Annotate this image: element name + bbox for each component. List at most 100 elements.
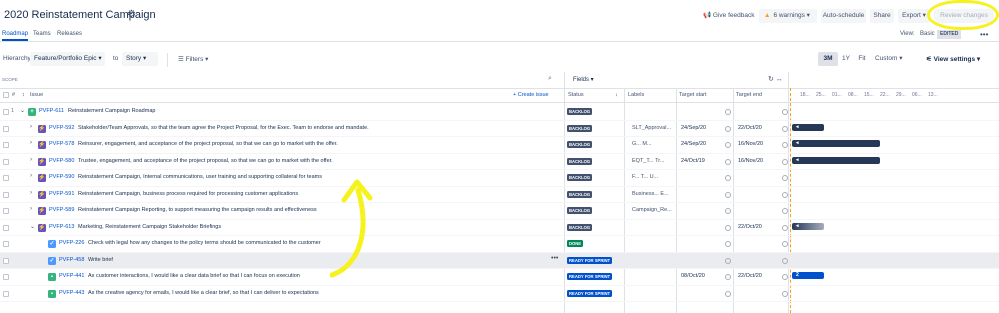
row-checkbox[interactable]	[3, 224, 9, 231]
issue-key-link[interactable]: PVFP-226	[59, 240, 84, 246]
issue-key-link[interactable]: PVFP-441	[59, 273, 84, 279]
status-badge[interactable]: BACKLOG	[567, 207, 593, 214]
issue-summary[interactable]: Reinsurer, engagement, and acceptance of…	[78, 141, 338, 147]
status-badge[interactable]: BACKLOG	[567, 124, 593, 132]
give-feedback-button[interactable]: 📢 Give feedback	[703, 10, 754, 22]
view-selector[interactable]: Basic	[920, 31, 935, 37]
table-row[interactable]: ▪ PVFP-441 As customer interactions, I wou…	[0, 269, 999, 286]
issue-key-link[interactable]: PVFP-611	[39, 108, 64, 114]
calendar-icon[interactable]	[725, 175, 731, 181]
status-badge[interactable]: BACKLOG	[567, 157, 593, 165]
table-row[interactable]: 1 ⌄ + PVFP-611 Reinstatement Campaign Roadma…	[0, 104, 999, 121]
target-start-header[interactable]: Target start	[679, 92, 707, 98]
issue-key-link[interactable]: PVFP-592	[49, 125, 74, 131]
issue-summary[interactable]: As the creative agency for emails, I wou…	[88, 290, 319, 296]
status-badge[interactable]: READY FOR SPRINT	[567, 273, 613, 280]
timeline-bar[interactable]: ◂	[792, 123, 824, 131]
row-checkbox[interactable]	[3, 290, 9, 297]
warnings-button[interactable]: ▲ 6 warnings ▾	[759, 9, 817, 23]
row-checkbox[interactable]	[3, 142, 9, 148]
target-end-cell[interactable]: 22/Oct/20	[738, 125, 762, 131]
calendar-icon[interactable]	[782, 175, 788, 181]
share-button[interactable]: Share	[870, 9, 894, 23]
timeline-bar[interactable]: ◂	[792, 156, 880, 164]
calendar-icon[interactable]	[725, 191, 731, 198]
labels-cell[interactable]: Campaign_Re...	[632, 207, 672, 213]
view-settings-button[interactable]: ⚟ View settings ▾	[926, 55, 980, 63]
issue-key-link[interactable]: PVFP-443	[59, 290, 84, 296]
labels-header[interactable]: Labels	[628, 92, 644, 98]
tab-roadmap[interactable]: Roadmap	[2, 31, 29, 41]
issue-header[interactable]: Issue	[30, 92, 43, 98]
timeline-bar[interactable]: ◂	[792, 140, 880, 147]
calendar-icon[interactable]	[782, 241, 788, 247]
target-start-cell[interactable]: 08/Oct/20	[681, 273, 705, 279]
chevron-right-icon[interactable]: ›	[30, 190, 32, 196]
status-badge[interactable]: BACKLOG	[567, 223, 593, 231]
zoom-fit[interactable]: Fit	[855, 52, 869, 66]
row-more-icon[interactable]: •••	[551, 255, 558, 262]
target-start-cell[interactable]: 24/Oct/19	[681, 158, 705, 164]
calendar-icon[interactable]	[725, 208, 731, 214]
target-end-cell[interactable]: 16/Nov/20	[738, 141, 763, 147]
calendar-icon[interactable]	[782, 208, 788, 214]
row-checkbox[interactable]	[3, 274, 9, 280]
issue-summary[interactable]: Check with legal how any changes to the …	[88, 240, 321, 246]
chevron-right-icon[interactable]: ›	[30, 157, 32, 163]
table-row[interactable]: ⌄ ⚡ PVFP-613 Marketing, Reinstatement Campa…	[0, 220, 999, 236]
row-checkbox[interactable]	[3, 158, 9, 165]
timeline-bar[interactable]: 2	[792, 272, 824, 279]
row-checkbox[interactable]	[3, 257, 9, 264]
labels-cell[interactable]: F... T... U...	[632, 174, 658, 180]
target-start-cell[interactable]: 24/Sep/20	[681, 141, 706, 147]
refresh-icon[interactable]: ↻ ↔	[768, 75, 783, 83]
issue-summary[interactable]: Trustee, engagement, and acceptance of t…	[78, 158, 333, 164]
sort-down-icon[interactable]: ↓	[615, 92, 618, 98]
table-row[interactable]: ✓ PVFP-226 Check with legal how any change…	[0, 236, 999, 253]
status-badge[interactable]: BACKLOG	[567, 108, 593, 115]
calendar-icon[interactable]	[725, 257, 731, 264]
chevron-right-icon[interactable]: ›	[30, 140, 32, 146]
calendar-icon[interactable]	[782, 125, 788, 132]
status-badge[interactable]: READY FOR SPRINT	[567, 289, 613, 297]
issue-summary[interactable]: Reinstatement Campaign, Internal communi…	[78, 174, 322, 180]
calendar-icon[interactable]	[725, 224, 731, 231]
table-row[interactable]: › ⚡ PVFP-580 Trustee, engagement, and accep…	[0, 154, 999, 170]
calendar-icon[interactable]	[725, 274, 731, 280]
issue-summary[interactable]: As customer interactions, I would like a…	[88, 273, 300, 279]
chevron-right-icon[interactable]: ›	[30, 206, 32, 212]
issue-summary[interactable]: Stakeholder/Team Approvals, so that the …	[78, 125, 369, 131]
hierarchy-from-select[interactable]: Feature/Portfolio Epic ▾	[30, 52, 105, 66]
row-checkbox[interactable]	[3, 175, 9, 181]
calendar-icon[interactable]	[725, 125, 731, 132]
issue-key-link[interactable]: PVFP-458	[59, 257, 84, 263]
calendar-icon[interactable]	[782, 224, 788, 231]
calendar-icon[interactable]	[782, 191, 788, 198]
issue-key-link[interactable]: PVFP-613	[49, 224, 74, 230]
issue-key-link[interactable]: PVFP-589	[49, 207, 74, 213]
create-issue-button[interactable]: + Create issue	[513, 92, 549, 98]
table-row[interactable]: › ⚡ PVFP-591 Reinstatement Campaign, busine…	[0, 187, 999, 203]
issue-key-link[interactable]: PVFP-590	[49, 174, 74, 180]
zoom-1y[interactable]: 1Y	[839, 52, 853, 66]
table-row[interactable]: › ⚡ PVFP-592 Stakeholder/Team Approvals, so…	[0, 121, 999, 137]
export-button[interactable]: Export ▾	[898, 9, 930, 23]
issue-summary[interactable]: Reinstatement Campaign Roadmap	[68, 108, 155, 114]
tab-releases[interactable]: Releases	[57, 31, 82, 37]
chevron-down-icon[interactable]: ⌄	[20, 107, 25, 114]
target-end-cell[interactable]: 22/Oct/20	[738, 273, 762, 279]
labels-cell[interactable]: EQT_T... Tr...	[632, 158, 664, 164]
target-end-cell[interactable]: 22/Oct/20	[738, 224, 762, 230]
zoom-3m[interactable]: 3M	[818, 52, 838, 66]
row-checkbox[interactable]	[3, 109, 9, 115]
target-end-cell[interactable]: 16/Nov/20	[738, 158, 763, 164]
labels-cell[interactable]: G... M...	[632, 141, 652, 147]
calendar-icon[interactable]	[782, 274, 788, 280]
sort-icon[interactable]: ↕	[22, 92, 25, 98]
hierarchy-to-select[interactable]: Story ▾	[122, 52, 158, 66]
table-row[interactable]: › ⚡ PVFP-589 Reinstatement Campaign Reporti…	[0, 203, 999, 220]
target-end-header[interactable]: Target end	[736, 92, 762, 98]
status-header[interactable]: Status	[568, 92, 584, 98]
status-badge[interactable]: DONE	[567, 240, 584, 247]
issue-key-link[interactable]: PVFP-591	[49, 191, 74, 197]
